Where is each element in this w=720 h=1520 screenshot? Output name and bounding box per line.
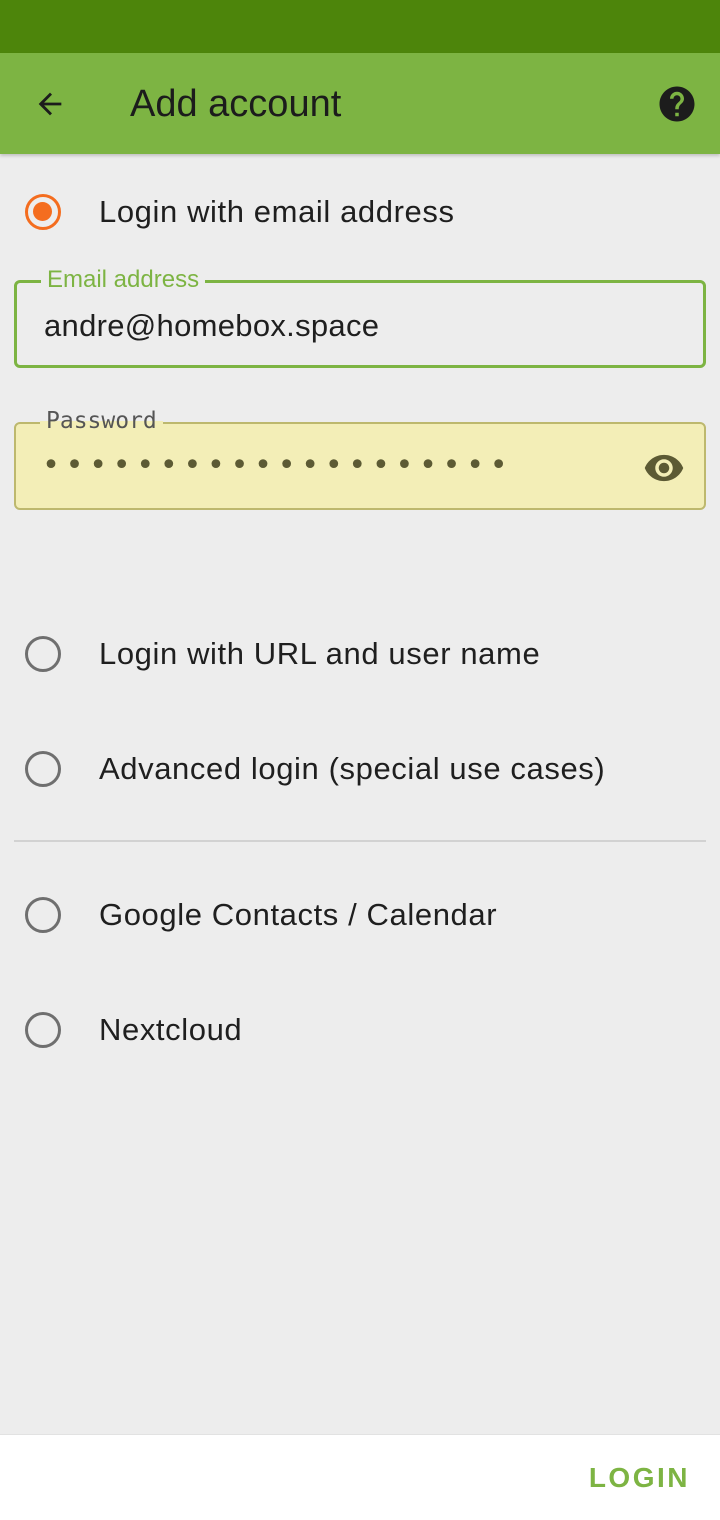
radio-email[interactable] [25, 194, 61, 230]
email-field-label: Email address [41, 265, 206, 295]
login-option-email[interactable]: Login with email address [0, 177, 720, 247]
login-option-nextcloud[interactable]: Nextcloud [0, 995, 720, 1065]
radio-google[interactable] [25, 897, 61, 933]
app-bar: Add account [0, 53, 720, 154]
back-button[interactable] [22, 81, 78, 127]
radio-nextcloud[interactable] [25, 1012, 61, 1048]
password-input[interactable]: •••••••••••••••••••• [42, 448, 513, 483]
login-button[interactable]: LOGIN [581, 1455, 698, 1501]
login-option-url[interactable]: Login with URL and user name [0, 619, 720, 689]
login-option-email-label: Login with email address [99, 194, 455, 229]
login-option-nextcloud-label: Nextcloud [99, 1012, 243, 1047]
bottom-bar: LOGIN [0, 1434, 720, 1520]
arrow-back-icon [38, 92, 62, 116]
email-field[interactable]: Email address andre@homebox.space [14, 265, 706, 368]
eye-icon [644, 454, 684, 482]
toggle-password-visibility-button[interactable] [642, 446, 686, 490]
login-option-google-label: Google Contacts / Calendar [99, 897, 498, 932]
login-option-google[interactable]: Google Contacts / Calendar [0, 880, 720, 950]
password-field[interactable]: Password •••••••••••••••••••• [14, 406, 706, 510]
help-button[interactable] [652, 79, 702, 129]
login-option-advanced[interactable]: Advanced login (special use cases) [0, 734, 720, 804]
password-field-label: Password [40, 406, 163, 436]
radio-advanced[interactable] [25, 751, 61, 787]
divider [14, 840, 706, 842]
login-option-url-label: Login with URL and user name [99, 636, 541, 671]
login-option-advanced-label: Advanced login (special use cases) [99, 751, 606, 786]
page-title: Add account [130, 83, 342, 125]
status-bar [0, 0, 720, 53]
radio-url[interactable] [25, 636, 61, 672]
help-circle-icon [659, 86, 695, 122]
email-input[interactable]: andre@homebox.space [44, 308, 379, 344]
